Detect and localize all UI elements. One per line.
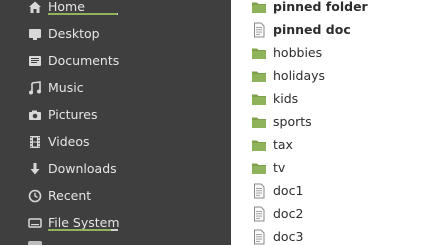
sidebar-item-label: Downloads [48,161,117,176]
sidebar-item-label: Desktop [48,26,100,41]
folder-item[interactable]: tv [231,156,437,179]
sidebar-item-label: Videos [48,134,90,149]
music-icon [28,80,42,95]
file-item[interactable]: doc1 [231,179,437,202]
sidebar-item-videos[interactable]: Videos [0,128,231,155]
sidebar-item-label: Recent [48,188,92,203]
document-icon [251,22,267,38]
file-name: doc3 [273,229,304,244]
film-icon [28,135,42,149]
documents-icon [28,54,42,68]
sidebar-item-pictures[interactable]: Pictures [0,101,231,128]
file-name: kids [273,91,299,106]
file-name: hobbies [273,45,323,60]
drive-icon [28,216,42,230]
sidebar-item-label: Pictures [48,107,98,122]
file-item[interactable]: pinned doc [231,18,437,41]
folder-icon [251,45,267,61]
file-name: sports [273,114,312,129]
folder-item[interactable]: holidays [231,64,437,87]
folder-item[interactable]: tax [231,133,437,156]
sidebar-item-music[interactable]: Music [0,74,231,101]
sidebar-item-documents[interactable]: Documents [0,47,231,74]
document-icon [251,183,267,199]
folder-icon [251,0,267,15]
file-list: pinned folder pinned doc hobbies holidays ki… [231,0,437,245]
home-icon [28,0,42,14]
clock-icon [28,189,42,203]
sidebar: Home Desktop Documents Music Pictures Vi… [0,0,231,245]
file-name: doc2 [273,206,304,221]
sidebar-item-home[interactable]: Home [0,0,231,20]
file-system-usage-bar [48,229,111,231]
desktop-icon [28,27,42,41]
sidebar-item-recent[interactable]: Recent [0,182,231,209]
download-icon [28,162,42,176]
folder-item[interactable]: pinned folder [231,0,437,18]
folder-item[interactable]: kids [231,87,437,110]
document-icon [251,206,267,222]
folder-icon [251,137,267,153]
file-name: tax [273,137,293,152]
sidebar-item-file-system[interactable]: File System [0,209,231,236]
file-item[interactable]: doc2 [231,202,437,225]
folder-icon [251,160,267,176]
folder-icon [251,68,267,84]
file-name: pinned doc [273,22,351,37]
file-name: pinned folder [273,0,368,14]
sidebar-item-desktop[interactable]: Desktop [0,20,231,47]
folder-icon [251,91,267,107]
folder-item[interactable]: hobbies [231,41,437,64]
sidebar-item-label: Documents [48,53,120,68]
file-name: tv [273,160,286,175]
folder-icon [251,114,267,130]
folder-item[interactable]: sports [231,110,437,133]
file-name: doc1 [273,183,304,198]
document-icon [251,229,267,245]
sidebar-item-label: File System [48,215,120,230]
camera-icon [28,108,42,122]
file-item[interactable]: doc3 [231,225,437,245]
sidebar-item-downloads[interactable]: Downloads [0,155,231,182]
sidebar-item-label: Music [48,80,84,95]
home-usage-bar [48,13,117,15]
file-name: holidays [273,68,326,83]
sidebar-item-label: Home [48,0,85,14]
partial-item-icon [28,241,42,245]
